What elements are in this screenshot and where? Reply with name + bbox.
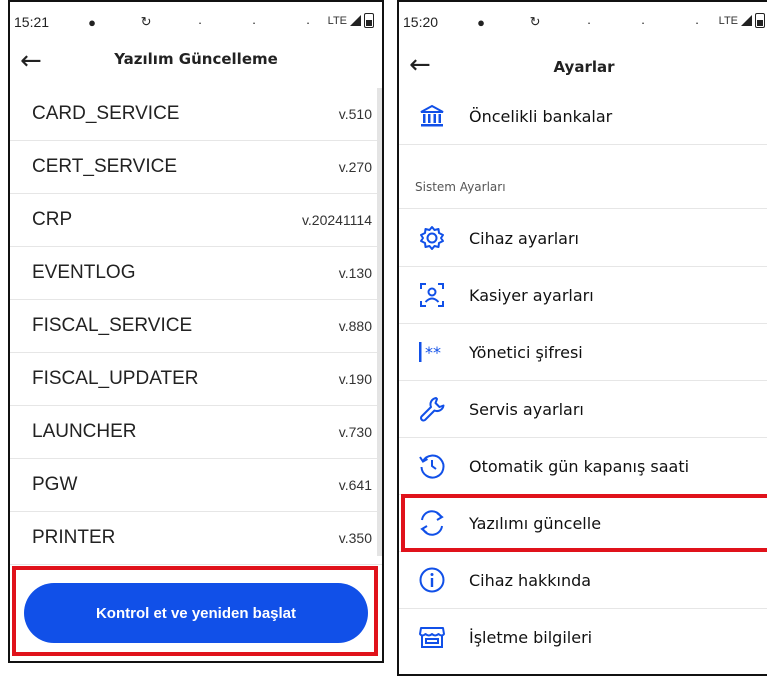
bank-icon xyxy=(417,101,447,131)
settings-item-label: Otomatik gün kapanış saati xyxy=(469,456,690,476)
list-item: PGW v.641 xyxy=(10,459,382,512)
settings-screen: 15:20 ● ↻ · · · LTE ← Ayarlar Öncelikli … xyxy=(397,0,767,676)
component-version: v.20241114 xyxy=(301,212,372,228)
sync-status-icon: ↻ xyxy=(529,14,541,29)
component-name: LAUNCHER xyxy=(32,421,137,442)
wrench-icon xyxy=(417,394,447,424)
component-name: FISCAL_SERVICE xyxy=(32,315,193,336)
notification-dot-icon: · xyxy=(586,14,592,30)
version-list: CARD_SERVICE v.510 CERT_SERVICE v.270 CRP v… xyxy=(10,88,382,565)
component-version: v.641 xyxy=(338,477,372,493)
settings-item-label: Cihaz ayarları xyxy=(469,228,579,248)
sync-status-icon: ↻ xyxy=(140,14,152,29)
list-item: FISCAL_SERVICE v.880 xyxy=(10,300,382,353)
component-name: CERT_SERVICE xyxy=(32,156,178,177)
component-name: CARD_SERVICE xyxy=(32,103,180,124)
list-item: EVENTLOG v.130 xyxy=(10,247,382,300)
info-icon xyxy=(417,565,447,595)
component-name: CRP xyxy=(32,209,73,230)
user-scan-icon xyxy=(417,280,447,310)
settings-item-label: Cihaz hakkında xyxy=(469,570,592,590)
settings-item-label: Yönetici şifresi xyxy=(469,342,583,362)
settings-item-admin-password[interactable]: ** Yönetici şifresi xyxy=(399,324,767,381)
check-and-restart-button[interactable]: Kontrol et ve yeniden başlat xyxy=(24,583,368,643)
store-icon xyxy=(417,622,447,652)
component-version: v.880 xyxy=(338,318,372,334)
settings-item-about-device[interactable]: Cihaz hakkında xyxy=(399,552,767,609)
status-time: 15:21 xyxy=(14,14,50,30)
network-type: LTE xyxy=(718,14,738,27)
password-icon: ** xyxy=(417,337,453,367)
notification-icon: ● xyxy=(477,14,485,30)
component-version: v.190 xyxy=(338,371,372,387)
component-name: FISCAL_UPDATER xyxy=(32,368,199,389)
notification-dot-icon: · xyxy=(694,14,700,30)
settings-item-business-info[interactable]: İşletme bilgileri xyxy=(399,609,767,665)
settings-item-cashier[interactable]: Kasiyer ayarları xyxy=(399,267,767,324)
status-time: 15:20 xyxy=(403,14,439,30)
settings-item-label: Kasiyer ayarları xyxy=(469,285,594,305)
list-item: FISCAL_UPDATER v.190 xyxy=(10,353,382,406)
status-bar: 15:20 ● ↻ · · · LTE xyxy=(399,2,767,42)
settings-item-device[interactable]: Cihaz ayarları xyxy=(399,210,767,267)
gear-icon xyxy=(417,223,447,253)
component-version: v.270 xyxy=(338,159,372,175)
settings-item-label: Öncelikli bankalar xyxy=(469,106,613,126)
component-name: PRINTER xyxy=(32,527,116,548)
network-indicator: LTE xyxy=(328,13,374,28)
component-version: v.730 xyxy=(338,424,372,440)
component-version: v.350 xyxy=(338,530,372,546)
list-item: CARD_SERVICE v.510 xyxy=(10,88,382,141)
network-type: LTE xyxy=(327,14,347,27)
section-label: Sistem Ayarları xyxy=(415,180,506,194)
notification-dot-icon: · xyxy=(305,14,311,30)
page-title: Ayarlar xyxy=(553,58,615,76)
signal-icon xyxy=(741,15,752,26)
scrollbar[interactable] xyxy=(377,88,382,556)
notification-dot-icon: · xyxy=(251,14,257,30)
list-item: LAUNCHER v.730 xyxy=(10,406,382,459)
clock-history-icon xyxy=(417,451,447,481)
list-item: CERT_SERVICE v.270 xyxy=(10,141,382,194)
notification-icon: ● xyxy=(88,14,96,30)
battery-icon xyxy=(364,13,374,28)
app-bar: ← Ayarlar xyxy=(399,42,767,84)
network-indicator: LTE xyxy=(719,13,765,28)
component-version: v.130 xyxy=(338,265,372,281)
component-name: EVENTLOG xyxy=(32,262,136,283)
software-update-screen: 15:21 ● ↻ · · · LTE ← Yazılım Güncelleme… xyxy=(8,0,384,663)
list-item: CRP v.20241114 xyxy=(10,194,382,247)
highlight-box xyxy=(401,494,767,552)
battery-icon xyxy=(755,13,765,28)
list-item: PRINTER v.350 xyxy=(10,512,382,565)
settings-item-auto-day-close[interactable]: Otomatik gün kapanış saati xyxy=(399,438,767,495)
app-bar: ← Yazılım Güncelleme xyxy=(10,42,382,84)
notification-dot-icon: · xyxy=(197,14,203,30)
settings-item-label: Servis ayarları xyxy=(469,399,584,419)
signal-icon xyxy=(350,15,361,26)
svg-text:**: ** xyxy=(425,343,441,362)
settings-item-service[interactable]: Servis ayarları xyxy=(399,381,767,438)
component-version: v.510 xyxy=(338,106,372,122)
settings-item-label: İşletme bilgileri xyxy=(469,627,593,647)
status-bar: 15:21 ● ↻ · · · LTE xyxy=(10,2,382,42)
settings-item-priority-banks[interactable]: Öncelikli bankalar xyxy=(399,88,767,145)
section-divider xyxy=(399,208,767,209)
component-name: PGW xyxy=(32,474,78,495)
page-title: Yazılım Güncelleme xyxy=(114,50,278,68)
notification-dot-icon: · xyxy=(640,14,646,30)
